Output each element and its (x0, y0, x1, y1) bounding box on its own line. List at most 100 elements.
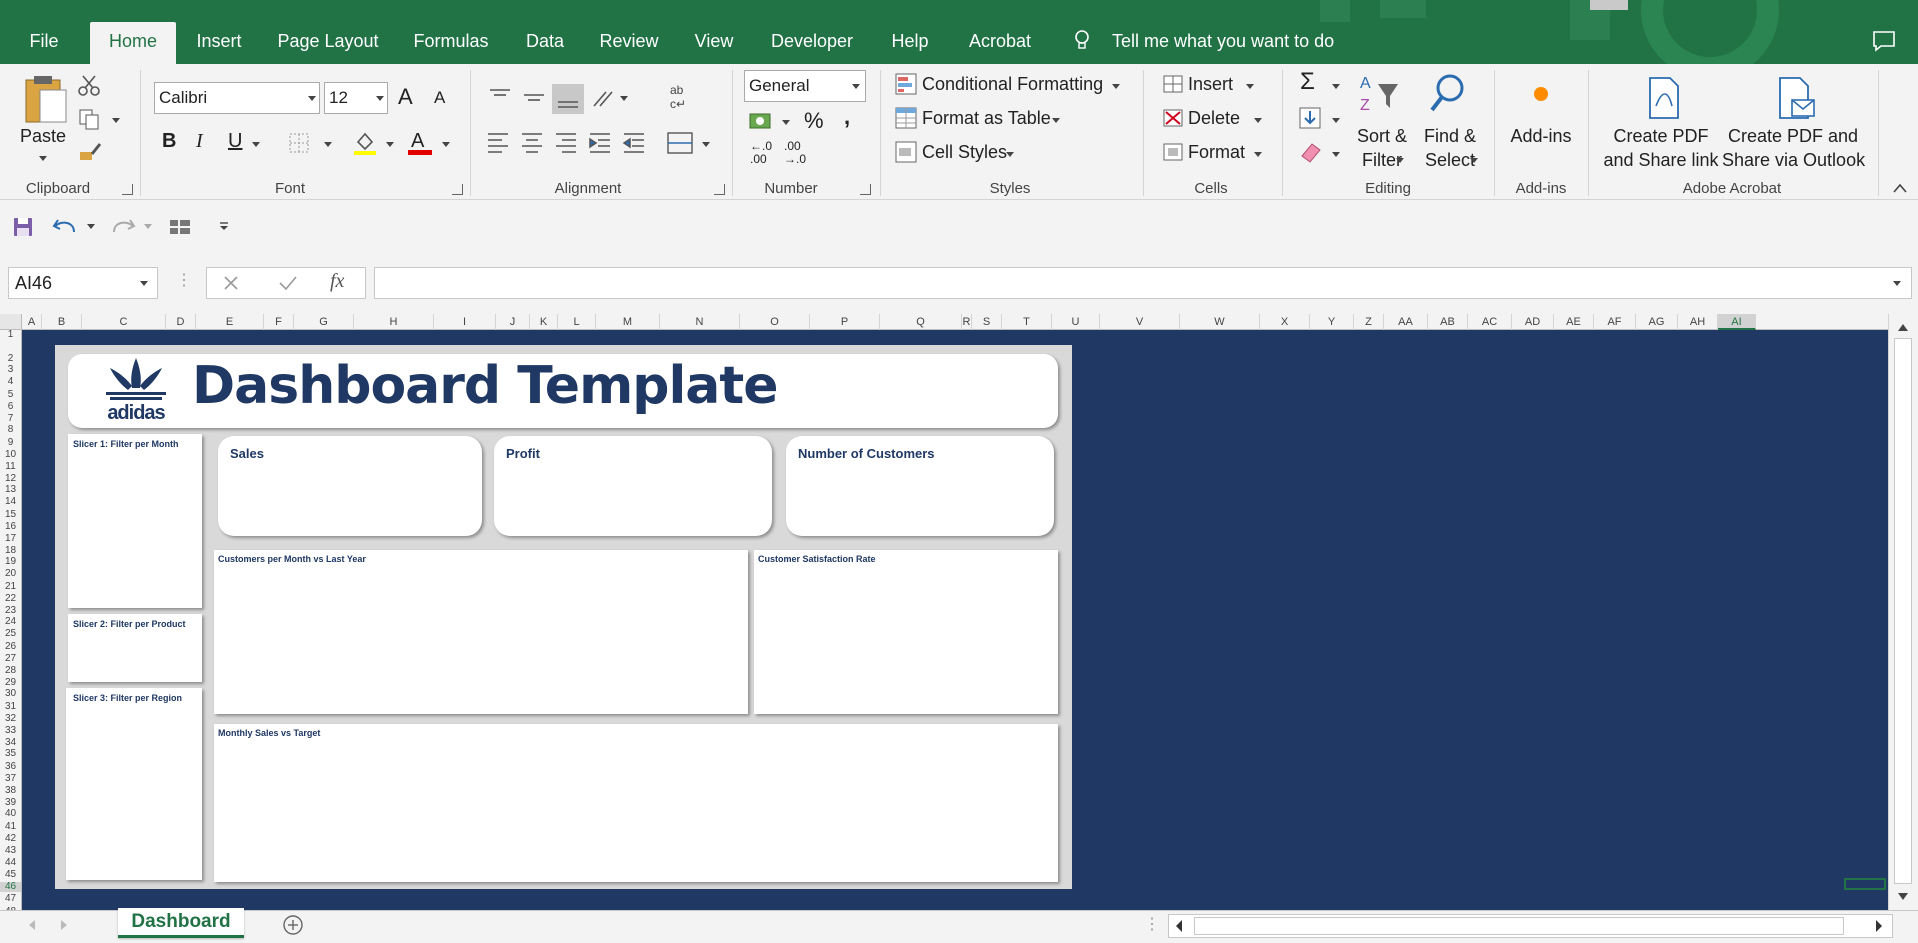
find-select-icon[interactable] (1428, 72, 1468, 116)
column-header-ab[interactable]: AB (1428, 314, 1468, 330)
conditional-formatting-button[interactable]: Conditional Formatting (922, 74, 1103, 95)
row-header-20[interactable]: 20 (0, 569, 21, 579)
cell-styles-dropdown[interactable] (1006, 152, 1014, 157)
row-header-46[interactable]: 46 (0, 882, 21, 893)
column-header-af[interactable]: AF (1594, 314, 1636, 330)
row-header-13[interactable]: 13 (0, 485, 21, 495)
bold-button[interactable]: B (162, 130, 176, 153)
name-box-dropdown[interactable] (140, 281, 148, 286)
redo-dropdown[interactable] (144, 224, 152, 229)
insert-cells-button[interactable]: Insert (1188, 74, 1233, 95)
row-header-38[interactable]: 38 (0, 785, 21, 796)
row-header-4[interactable]: 4 (0, 377, 21, 387)
selected-cell-ai46[interactable] (1844, 878, 1886, 890)
autosum-dropdown[interactable] (1332, 84, 1340, 89)
column-header-ah[interactable]: AH (1678, 314, 1718, 330)
column-header-e[interactable]: E (196, 314, 264, 330)
slicer-region-card[interactable]: Slicer 3: Filter per Region (66, 688, 202, 880)
column-header-i[interactable]: I (434, 314, 496, 330)
create-pdf-outlook-icon[interactable] (1774, 76, 1818, 120)
row-header-6[interactable]: 6 (0, 401, 21, 412)
tab-help[interactable]: Help (885, 22, 935, 64)
accounting-dropdown[interactable] (782, 120, 790, 125)
cell-styles-icon[interactable] (894, 140, 918, 164)
column-header-p[interactable]: P (810, 314, 880, 330)
row-header-23[interactable]: 23 (0, 605, 21, 616)
row-header-34[interactable]: 34 (0, 737, 21, 748)
column-header-m[interactable]: M (596, 314, 660, 330)
column-header-ag[interactable]: AG (1636, 314, 1678, 330)
copy-icon[interactable] (78, 108, 102, 130)
sheet-tab-dashboard[interactable]: Dashboard (118, 908, 244, 938)
format-as-table-icon[interactable] (894, 106, 918, 130)
row-header-33[interactable]: 33 (0, 725, 21, 736)
sort-filter-button[interactable]: Sort & Filter (1350, 124, 1414, 172)
cut-icon[interactable] (78, 74, 100, 96)
column-header-o[interactable]: O (740, 314, 810, 330)
row-header-17[interactable]: 17 (0, 533, 21, 544)
tab-formulas[interactable]: Formulas (410, 22, 492, 64)
row-header-22[interactable]: 22 (0, 593, 21, 604)
fill-color-icon[interactable] (352, 130, 378, 156)
undo-icon[interactable] (52, 216, 78, 238)
scroll-right-icon[interactable] (1872, 918, 1886, 934)
grow-font-button[interactable]: A (398, 84, 413, 110)
row-header-5[interactable]: 5 (0, 390, 21, 400)
font-name-combo[interactable]: Calibri (154, 82, 320, 114)
column-header-ad[interactable]: AD (1512, 314, 1554, 330)
tab-view[interactable]: View (690, 22, 738, 64)
comma-style-button[interactable]: , (844, 104, 850, 130)
column-header-y[interactable]: Y (1310, 314, 1354, 330)
underline-dropdown[interactable] (252, 142, 260, 147)
slicer-product-card[interactable]: Slicer 2: Filter per Product (68, 614, 202, 682)
number-launcher[interactable] (860, 184, 871, 195)
delete-cells-icon[interactable] (1160, 106, 1184, 130)
row-header-44[interactable]: 44 (0, 857, 21, 868)
column-header-a[interactable]: A (22, 314, 42, 330)
row-header-27[interactable]: 27 (0, 653, 21, 664)
prev-sheet-icon[interactable] (26, 918, 38, 932)
format-as-table-dropdown[interactable] (1052, 118, 1060, 123)
borders-icon[interactable] (288, 132, 310, 154)
paste-icon[interactable] (22, 72, 68, 124)
merge-center-icon[interactable] (666, 130, 694, 156)
horizontal-scroll-thumb[interactable] (1194, 917, 1844, 935)
row-header-26[interactable]: 26 (0, 642, 21, 652)
column-header-b[interactable]: B (42, 314, 82, 330)
row-header-7[interactable]: 7 (0, 413, 21, 424)
find-select-dropdown[interactable] (1470, 158, 1478, 163)
row-header-37[interactable]: 37 (0, 774, 21, 784)
font-color-icon[interactable]: A (406, 128, 434, 156)
borders-dropdown[interactable] (324, 142, 332, 147)
decrease-decimal-button[interactable]: .00 →.0 (784, 140, 806, 166)
row-header-40[interactable]: 40 (0, 809, 21, 819)
tab-data[interactable]: Data (521, 22, 569, 64)
column-header-s[interactable]: S (972, 314, 1002, 330)
column-header-q[interactable]: Q (880, 314, 962, 330)
row-header-14[interactable]: 14 (0, 497, 21, 507)
tab-split-grip-icon[interactable]: ⋮ (1144, 914, 1160, 934)
row-header-11[interactable]: 11 (0, 461, 21, 472)
row-header-31[interactable]: 31 (0, 702, 21, 712)
row-header-29[interactable]: 29 (0, 677, 21, 688)
shrink-font-button[interactable]: A (434, 88, 445, 108)
chart-satisfaction-rate[interactable]: Customer Satisfaction Rate (754, 550, 1058, 714)
form-icon[interactable] (168, 218, 192, 236)
font-color-dropdown[interactable] (442, 142, 450, 147)
column-header-ae[interactable]: AE (1554, 314, 1594, 330)
formula-input[interactable] (374, 267, 1912, 299)
redo-icon[interactable] (110, 216, 136, 238)
tab-review[interactable]: Review (598, 22, 660, 64)
orientation-dropdown[interactable] (620, 96, 628, 101)
column-header-ai[interactable]: AI (1718, 314, 1756, 330)
customize-qat-icon[interactable] (218, 220, 230, 232)
number-format-combo[interactable]: General (744, 70, 866, 102)
column-header-x[interactable]: X (1260, 314, 1310, 330)
fill-icon[interactable] (1298, 106, 1322, 130)
row-header-24[interactable]: 24 (0, 617, 21, 627)
enter-icon[interactable] (278, 274, 298, 292)
column-header-v[interactable]: V (1100, 314, 1180, 330)
slicer-month-card[interactable]: Slicer 1: Filter per Month (68, 434, 202, 608)
paste-dropdown[interactable] (39, 156, 47, 161)
tab-acrobat[interactable]: Acrobat (964, 22, 1036, 64)
